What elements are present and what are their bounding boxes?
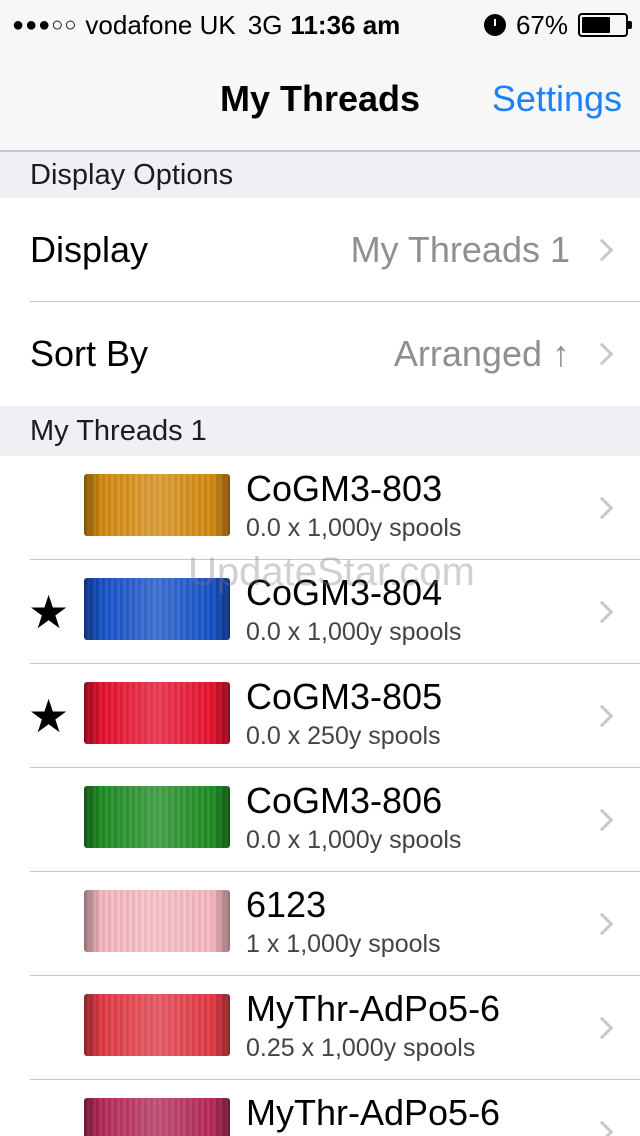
battery-icon — [578, 13, 632, 37]
thread-row[interactable]: CoGM3-806 0.0 x 1,000y spools — [0, 768, 640, 872]
thread-color-swatch — [84, 994, 230, 1056]
thread-quantity: 0.0 x 250y spools — [246, 722, 441, 750]
section-header-display-options: Display Options — [0, 152, 640, 198]
status-time: 11:36 am — [290, 9, 401, 40]
chevron-right-icon — [590, 600, 614, 624]
thread-name: MyThr-AdPo5-6 — [246, 988, 501, 1029]
star-icon: ★ — [28, 690, 70, 742]
thread-color-swatch — [84, 682, 230, 744]
thread-name: 6123 — [246, 884, 327, 925]
battery-percent: 67% — [515, 9, 568, 40]
thread-color-swatch — [84, 578, 230, 640]
chevron-right-icon — [590, 808, 614, 832]
thread-quantity: 0.0 x 1,000y spools — [246, 618, 462, 646]
thread-quantity: 0.25 x 1,000y spools — [246, 1034, 476, 1062]
star-icon: ★ — [28, 586, 70, 638]
thread-row[interactable]: MyThr-AdPo5-6 — [0, 1080, 640, 1136]
thread-quantity: 0.0 x 1,000y spools — [246, 826, 462, 854]
thread-row[interactable]: MyThr-AdPo5-6 0.25 x 1,000y spools — [0, 976, 640, 1080]
chevron-right-icon — [590, 704, 614, 728]
display-label: Display — [30, 229, 149, 270]
section-header-thread-list: My Threads 1 — [0, 406, 640, 456]
alarm-icon — [483, 14, 506, 36]
thread-row[interactable]: 6123 1 x 1,000y spools — [0, 872, 640, 976]
thread-color-swatch — [84, 1098, 230, 1136]
status-bar: ●●●○○ vodafone UK 3G 11:36 am 67% — [0, 0, 640, 50]
thread-color-swatch — [84, 786, 230, 848]
thread-name: CoGM3-805 — [246, 676, 443, 717]
navigation-bar: My Threads Settings — [0, 50, 640, 152]
display-option-row[interactable]: Display My Threads 1 — [0, 198, 640, 302]
thread-name: CoGM3-804 — [246, 572, 443, 613]
chevron-right-icon — [590, 912, 614, 936]
chevron-right-icon — [590, 342, 614, 366]
sort-by-value: Arranged ↑ — [393, 333, 570, 374]
display-value: My Threads 1 — [350, 229, 570, 270]
thread-name: CoGM3-806 — [246, 780, 443, 821]
carrier-name: vodafone UK — [85, 9, 236, 40]
chevron-right-icon — [590, 496, 614, 520]
thread-color-swatch — [84, 890, 230, 952]
chevron-right-icon — [590, 1016, 614, 1040]
thread-row[interactable]: CoGM3-803 0.0 x 1,000y spools — [0, 456, 640, 560]
chevron-right-icon — [590, 238, 614, 262]
thread-name: MyThr-AdPo5-6 — [246, 1092, 501, 1133]
battery-fill — [582, 17, 611, 33]
chevron-right-icon — [590, 1120, 614, 1136]
thread-color-swatch — [84, 474, 230, 536]
network-type: 3G — [247, 9, 283, 40]
settings-button[interactable]: Settings — [492, 78, 622, 120]
thread-quantity: 0.0 x 1,000y spools — [246, 514, 462, 542]
thread-name: CoGM3-803 — [246, 468, 443, 509]
thread-row[interactable]: ★ CoGM3-804 0.0 x 1,000y spools — [0, 560, 640, 664]
sort-by-label: Sort By — [30, 333, 149, 374]
thread-row[interactable]: ★ CoGM3-805 0.0 x 250y spools — [0, 664, 640, 768]
sort-by-option-row[interactable]: Sort By Arranged ↑ — [0, 302, 640, 406]
status-right: 67% — [483, 9, 632, 41]
thread-quantity: 1 x 1,000y spools — [246, 930, 441, 958]
signal-strength-icon: ●●●○○ — [12, 13, 78, 36]
